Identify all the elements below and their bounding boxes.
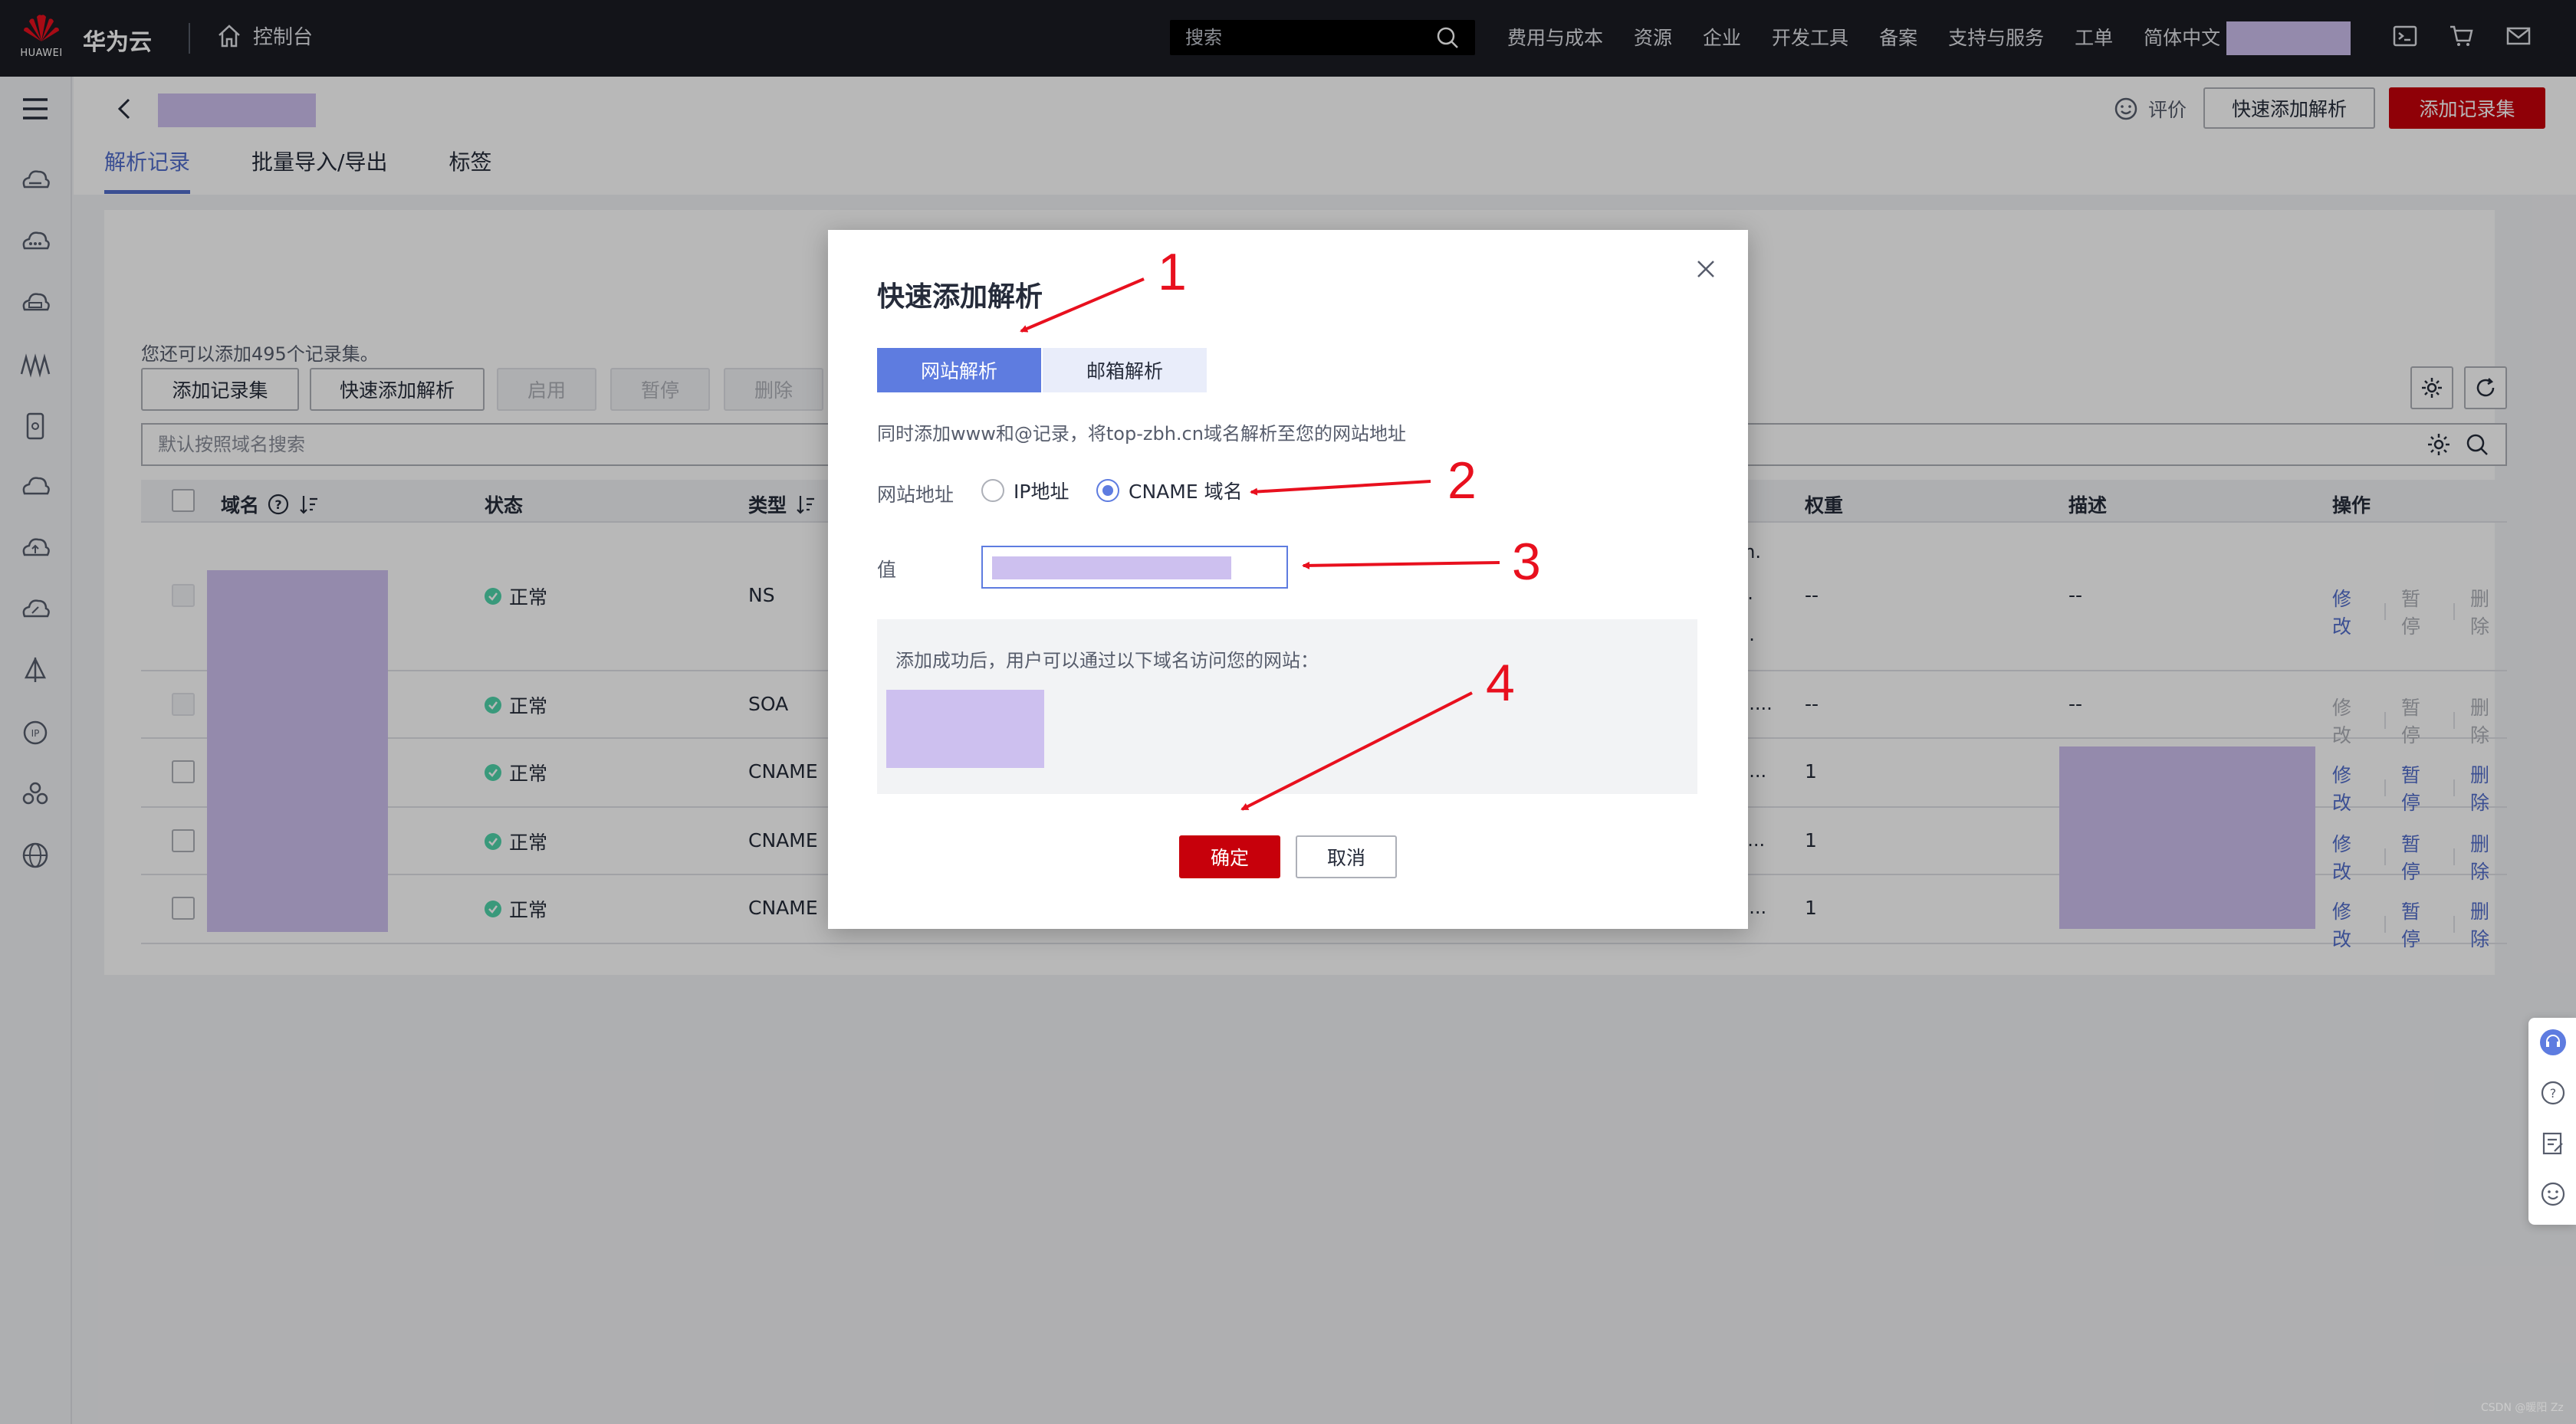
radio-ip-circle[interactable] xyxy=(981,479,1004,502)
quick-add-dialog: 快速添加解析 网站解析 邮箱解析 同时添加www和@记录，将top-zbh.cn… xyxy=(828,230,1748,929)
value-input[interactable] xyxy=(981,546,1288,589)
dialog-description: 同时添加www和@记录，将top-zbh.cn域名解析至您的网站地址 xyxy=(877,423,1406,445)
smile-feedback-icon[interactable] xyxy=(2539,1180,2567,1208)
dialog-title: 快速添加解析 xyxy=(877,281,1043,313)
seg-website-resolve[interactable]: 网站解析 xyxy=(877,348,1041,392)
floating-tools: ? xyxy=(2528,1018,2576,1225)
annotation-number-2: 2 xyxy=(1447,451,1477,510)
customer-service-icon[interactable] xyxy=(2539,1029,2567,1056)
confirm-button[interactable]: 确定 xyxy=(1179,835,1280,878)
result-preview-box: 添加成功后，用户可以通过以下域名访问您的网站： xyxy=(877,619,1697,794)
result-domains-redacted xyxy=(886,690,1044,768)
svg-text:?: ? xyxy=(2550,1086,2557,1101)
cancel-button[interactable]: 取消 xyxy=(1296,835,1397,878)
seg-mail-resolve[interactable]: 邮箱解析 xyxy=(1043,348,1207,392)
value-redacted xyxy=(992,556,1231,579)
annotation-number-1: 1 xyxy=(1158,243,1187,301)
radio-cname-domain[interactable]: CNAME 域名 xyxy=(1096,477,1243,504)
close-icon[interactable] xyxy=(1694,258,1717,281)
result-text: 添加成功后，用户可以通过以下域名访问您的网站： xyxy=(895,650,1319,671)
watermark: CSDN @暖阳 Zz xyxy=(2481,1402,2564,1414)
value-label: 值 xyxy=(877,559,897,581)
annotation-number-4: 4 xyxy=(1486,654,1515,712)
radio-cname-circle[interactable] xyxy=(1096,479,1119,502)
radio-cname-label: CNAME 域名 xyxy=(1129,481,1243,503)
help-circle-icon[interactable]: ? xyxy=(2539,1079,2567,1107)
annotation-number-3: 3 xyxy=(1512,533,1541,591)
feedback-edit-icon[interactable] xyxy=(2539,1130,2567,1157)
site-address-label: 网站地址 xyxy=(877,484,955,506)
radio-ip-address[interactable]: IP地址 xyxy=(981,477,1069,504)
radio-ip-label: IP地址 xyxy=(1014,481,1070,503)
